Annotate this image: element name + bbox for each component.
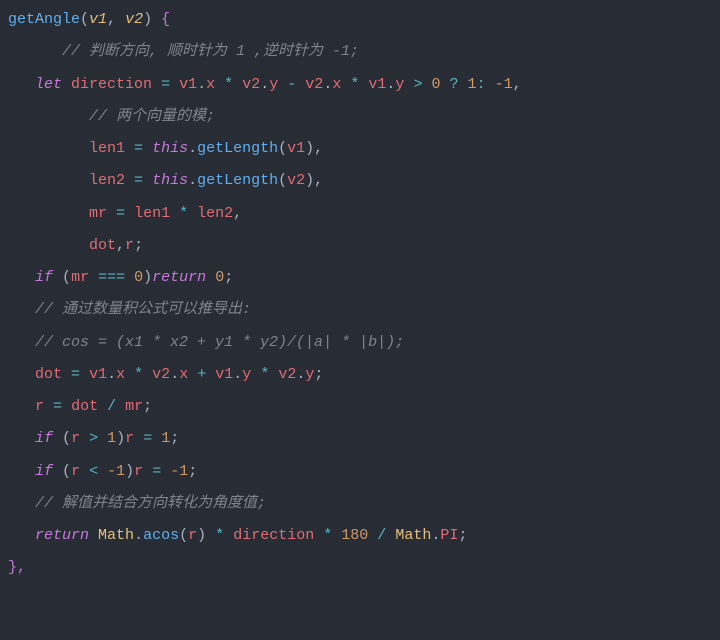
code-block: getAngle(v1, v2) { // 判断方向, 顺时针为 1 ,逆时针为… — [0, 0, 720, 589]
comment: // cos = (x1 * x2 + y1 * y2)/(|a| * |b|)… — [35, 334, 404, 351]
closing-brace: }, — [8, 559, 26, 576]
param-v1: v1 — [89, 11, 107, 28]
comment: // 通过数量积公式可以推导出: — [35, 301, 251, 318]
function-name: getAngle — [8, 11, 80, 28]
comment: // 两个向量的模; — [89, 108, 215, 125]
comment: // 判断方向, 顺时针为 1 ,逆时针为 -1; — [62, 43, 359, 60]
comment: // 解值并结合方向转化为角度值; — [35, 495, 266, 512]
param-v2: v2 — [125, 11, 143, 28]
